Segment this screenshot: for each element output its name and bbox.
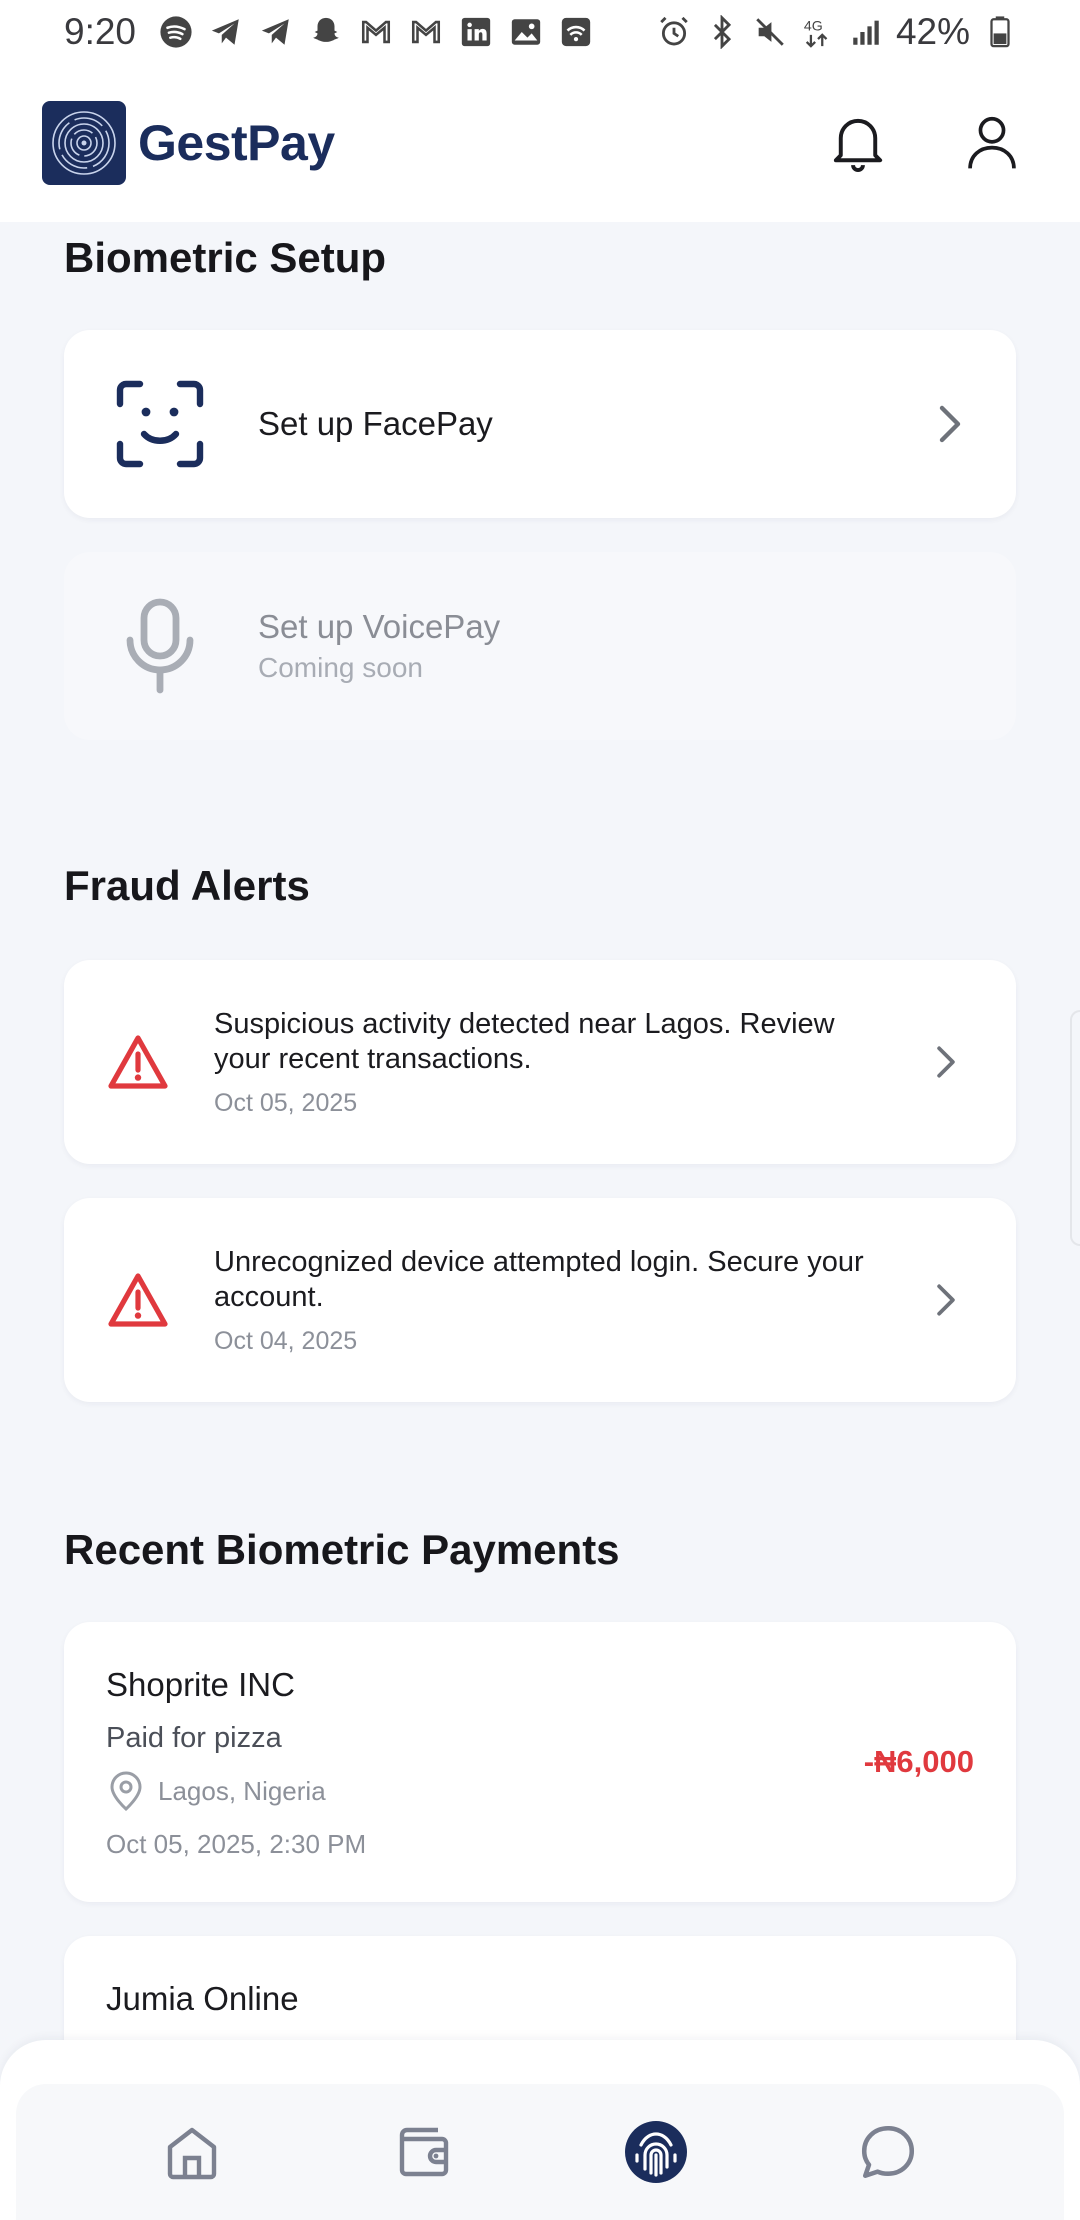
gestpay-logo-icon (42, 101, 126, 185)
screen: 9:20 4G 42% GestPay Biometric Setup Set … (0, 0, 1080, 2220)
fraud-alert-message: Unrecognized device attempted login. Sec… (214, 1245, 864, 1313)
chat-icon (861, 2125, 915, 2179)
facepay-setup-card[interactable]: Set up FacePay (64, 330, 1016, 518)
fraud-alerts-title: Fraud Alerts (64, 862, 310, 909)
fraud-alert-item[interactable]: Unrecognized device attempted login. Sec… (64, 1198, 1016, 1402)
location-pin-icon (106, 1771, 146, 1811)
nav-chat[interactable] (850, 2114, 926, 2190)
alarm-icon (656, 14, 692, 50)
bottom-navigation (0, 2040, 1080, 2220)
mute-icon (752, 14, 788, 50)
chevron-right-icon (926, 1280, 966, 1320)
signal-icon (848, 14, 884, 50)
fraud-alert-date: Oct 05, 2025 (214, 1088, 358, 1117)
gallery-icon (508, 14, 544, 50)
payment-location-text: Lagos, Nigeria (158, 1775, 326, 1806)
system-icons: 4G 42% (656, 11, 1018, 53)
telegram-icon (208, 14, 244, 50)
snapchat-icon (308, 14, 344, 50)
spotify-icon (158, 14, 194, 50)
payment-item[interactable]: Shoprite INC Paid for pizza Lagos, Niger… (64, 1622, 1016, 1902)
fraud-alert-message: Suspicious activity detected near Lagos.… (214, 1007, 835, 1075)
wallet-icon (399, 2127, 449, 2177)
home-icon (167, 2127, 217, 2180)
4g-icon: 4G (800, 14, 836, 50)
nav-wallet[interactable] (386, 2114, 462, 2190)
battery-percent: 42% (895, 11, 970, 52)
bluetooth-icon (704, 14, 740, 50)
wifi-hotspot-icon (558, 14, 594, 50)
payment-amount: -₦6,000 (863, 1744, 974, 1779)
chevron-right-icon (930, 404, 970, 444)
notification-icons (158, 14, 594, 50)
fingerprint-icon (625, 2121, 687, 2183)
telegram-icon (258, 14, 294, 50)
payment-description: Paid for pizza (106, 1722, 282, 1754)
biometric-setup-title: Biometric Setup (64, 234, 387, 281)
face-scan-icon (110, 374, 210, 474)
voicepay-label: Set up VoicePay (258, 608, 501, 645)
status-time: 9:20 (64, 11, 137, 52)
fraud-alert-item[interactable]: Suspicious activity detected near Lagos.… (64, 960, 1016, 1164)
edge-panel-handle[interactable] (1070, 1010, 1080, 1246)
chevron-right-icon (926, 1042, 966, 1082)
payment-merchant: Jumia Online (106, 1980, 299, 2017)
svg-text:4G: 4G (804, 19, 823, 35)
profile-button[interactable] (960, 111, 1024, 175)
battery-icon (982, 14, 1018, 50)
bell-icon (833, 118, 883, 172)
payment-location: Lagos, Nigeria (106, 1771, 974, 1811)
facepay-label: Set up FacePay (258, 405, 493, 442)
warning-triangle-icon (106, 1268, 170, 1332)
header-actions (826, 111, 1038, 175)
user-icon (968, 116, 1016, 169)
payment-merchant: Shoprite INC (106, 1666, 295, 1703)
voicepay-coming-soon: Coming soon (258, 652, 423, 683)
notifications-button[interactable] (826, 111, 890, 175)
nav-home[interactable] (154, 2114, 230, 2190)
app-header: GestPay (0, 64, 1080, 222)
gmail-icon (408, 14, 444, 50)
linkedin-icon (458, 14, 494, 50)
recent-payments-title: Recent Biometric Payments (64, 1526, 620, 1573)
fraud-alert-date: Oct 04, 2025 (214, 1326, 358, 1355)
nav-biometrics[interactable] (618, 2114, 694, 2190)
microphone-icon (110, 596, 210, 696)
brand-name: GestPay (138, 115, 335, 171)
status-bar: 9:20 4G 42% (0, 0, 1080, 64)
gmail-icon (358, 14, 394, 50)
warning-triangle-icon (106, 1030, 170, 1094)
payment-datetime: Oct 05, 2025, 2:30 PM (106, 1829, 367, 1859)
voicepay-setup-card: Set up VoicePay Coming soon (64, 552, 1016, 740)
